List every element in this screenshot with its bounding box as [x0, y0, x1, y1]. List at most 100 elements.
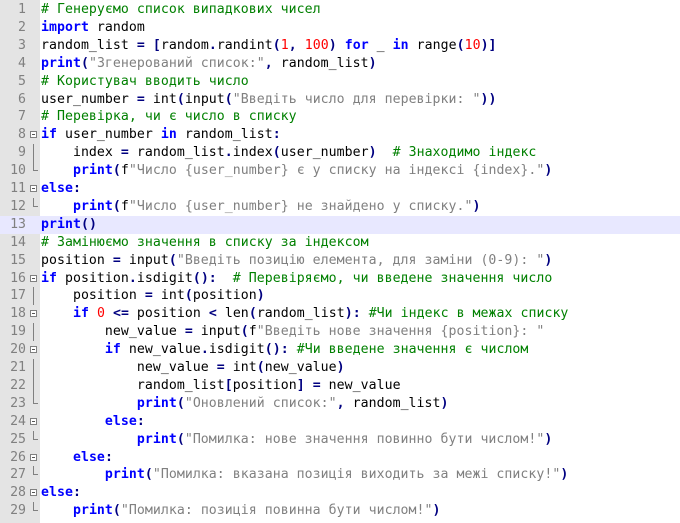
code-line[interactable]: 10 print(f"Число {user_number} є у списк…	[0, 162, 680, 180]
token-id	[41, 199, 73, 214]
token-num: 100	[304, 37, 329, 53]
line-number: 10	[10, 163, 26, 179]
code-line[interactable]: 24 else:	[0, 413, 680, 431]
fold-toggle-icon[interactable]	[29, 180, 40, 198]
code-editor[interactable]: 1 # Генеруємо список випадкових чисел 2 imp…	[0, 0, 680, 523]
line-number: 19	[10, 324, 26, 340]
code-text: print(f"Число {user_number} не знайдено …	[41, 198, 480, 216]
token-id: int	[144, 91, 177, 107]
token-num: 10	[464, 37, 481, 53]
code-line[interactable]: 3 random_list = [random.randint(1, 100) f…	[0, 37, 680, 55]
code-line[interactable]: 21 new_value = int(new_value)	[0, 359, 680, 377]
token-str: "Введіть позицію елемента, для заміни (0…	[176, 252, 545, 268]
token-id: random_list	[41, 37, 137, 53]
code-line[interactable]: 16 if position.isdigit(): # Перевіряємо, …	[0, 270, 680, 288]
token-id	[41, 414, 105, 429]
code-line[interactable]: 12 print(f"Число {user_number} не знайде…	[0, 197, 680, 216]
code-line[interactable]: 18 if 0 <= position < len(random_list): …	[0, 305, 680, 323]
code-line[interactable]: 14 # Замінюємо значення в списку за індек…	[0, 234, 680, 252]
code-line[interactable]: 11 else:	[0, 180, 680, 198]
token-id	[41, 432, 137, 447]
fold-guide-line	[29, 323, 40, 342]
code-line[interactable]: 22 random_list[position] = new_value	[0, 376, 680, 395]
token-op: )	[544, 163, 553, 179]
token-id: _	[368, 37, 393, 53]
token-id: position	[41, 252, 113, 268]
fold-toggle-icon[interactable]	[29, 341, 40, 359]
fold-toggle-icon[interactable]	[29, 449, 40, 467]
token-kw: print	[72, 198, 113, 214]
code-line[interactable]: 27 print("Помилка: вказана позиція виход…	[0, 466, 680, 484]
token-str: "Помилка: нове значення повинно бути чис…	[184, 431, 545, 447]
token-comment: # Перевірка, чи є число в списку	[41, 109, 297, 125]
code-text: if user_number in random_list:	[41, 126, 281, 144]
token-op: ():	[264, 342, 289, 358]
token-kw: print	[41, 55, 81, 71]
token-kw: if	[41, 127, 57, 143]
code-line[interactable]: 15 position = input("Введіть позицію елем…	[0, 252, 680, 270]
code-line[interactable]: 17 position = int(position)	[0, 287, 680, 306]
code-line[interactable]: 29 print("Помилка: позиція повинна бути …	[0, 502, 680, 520]
token-id	[41, 450, 73, 465]
code-line[interactable]: 20 if new_value.isdigit(): #Чи введене з…	[0, 341, 680, 359]
code-text: random_list[position] = new_value	[41, 377, 401, 395]
fold-toggle-icon[interactable]	[29, 270, 40, 288]
code-line[interactable]: 28 else:	[0, 484, 680, 502]
fold-toggle-icon[interactable]	[29, 126, 40, 144]
token-id	[145, 38, 153, 53]
code-line[interactable]: 13 print()	[0, 215, 680, 234]
token-str: "Помилка: вказана позиція виходить за ме…	[152, 467, 561, 483]
token-id: random	[88, 19, 145, 35]
code-text: print()	[41, 216, 97, 234]
token-kw: else	[72, 449, 105, 465]
line-number: 22	[10, 377, 26, 393]
line-number: 2	[18, 19, 26, 35]
token-id	[89, 306, 97, 321]
token-id: user_number	[280, 145, 369, 161]
token-id	[289, 342, 297, 357]
token-op: )	[544, 252, 553, 268]
token-op: =	[120, 145, 129, 161]
code-line[interactable]: 1 # Генеруємо список випадкових чисел	[0, 1, 680, 19]
token-id	[337, 38, 345, 53]
code-line[interactable]: 5 # Користувач вводить число	[0, 73, 680, 91]
token-op: ):	[344, 306, 361, 322]
token-kw: in	[160, 127, 177, 143]
code-line[interactable]: 2 import random	[0, 19, 680, 37]
token-op: :	[72, 181, 81, 196]
token-kw: else	[104, 413, 137, 429]
code-text: index = random_list.index(user_number) #…	[41, 144, 536, 162]
token-id	[217, 271, 233, 286]
token-str: "Введіть число для перевірки: "	[232, 91, 481, 107]
code-line[interactable]: 8 if user_number in random_list:	[0, 126, 680, 144]
token-op: )	[440, 395, 449, 411]
code-text: print("Помилка: позиція повинна бути чис…	[41, 502, 441, 520]
token-id: index	[232, 145, 273, 161]
token-id: len	[216, 306, 249, 322]
code-line[interactable]: 6 user_number = int(input("Введіть число …	[0, 91, 680, 109]
token-op: =	[112, 252, 121, 268]
token-kw: import	[41, 19, 89, 35]
line-number: 21	[10, 360, 26, 375]
token-op: <	[208, 306, 217, 322]
token-id: position	[56, 270, 129, 286]
code-text: position = int(position)	[41, 287, 265, 305]
token-op: )	[544, 431, 553, 447]
token-id	[361, 306, 369, 321]
code-text: else:	[41, 413, 145, 431]
token-id: input	[192, 324, 241, 340]
fold-toggle-icon[interactable]	[29, 413, 40, 431]
code-line[interactable]: 23 print("Оновлений список:", random_lis…	[0, 394, 680, 413]
code-line[interactable]: 19 new_value = input(f"Введіть нове знач…	[0, 323, 680, 342]
code-line[interactable]: 9 index = random_list.index(user_number)…	[0, 144, 680, 163]
token-id: randint	[216, 37, 273, 53]
fold-toggle-icon[interactable]	[29, 484, 40, 502]
line-number: 3	[18, 37, 26, 53]
code-line[interactable]: 7 # Перевірка, чи є число в списку	[0, 108, 680, 126]
token-id: int	[152, 288, 185, 304]
token-id: isdigit	[208, 342, 265, 358]
code-line[interactable]: 26 else:	[0, 449, 680, 467]
fold-toggle-icon[interactable]	[29, 305, 40, 323]
code-line[interactable]: 4 print("Згенерований список:", random_li…	[0, 55, 680, 73]
code-line[interactable]: 25 print("Помилка: нове значення повинно…	[0, 430, 680, 449]
